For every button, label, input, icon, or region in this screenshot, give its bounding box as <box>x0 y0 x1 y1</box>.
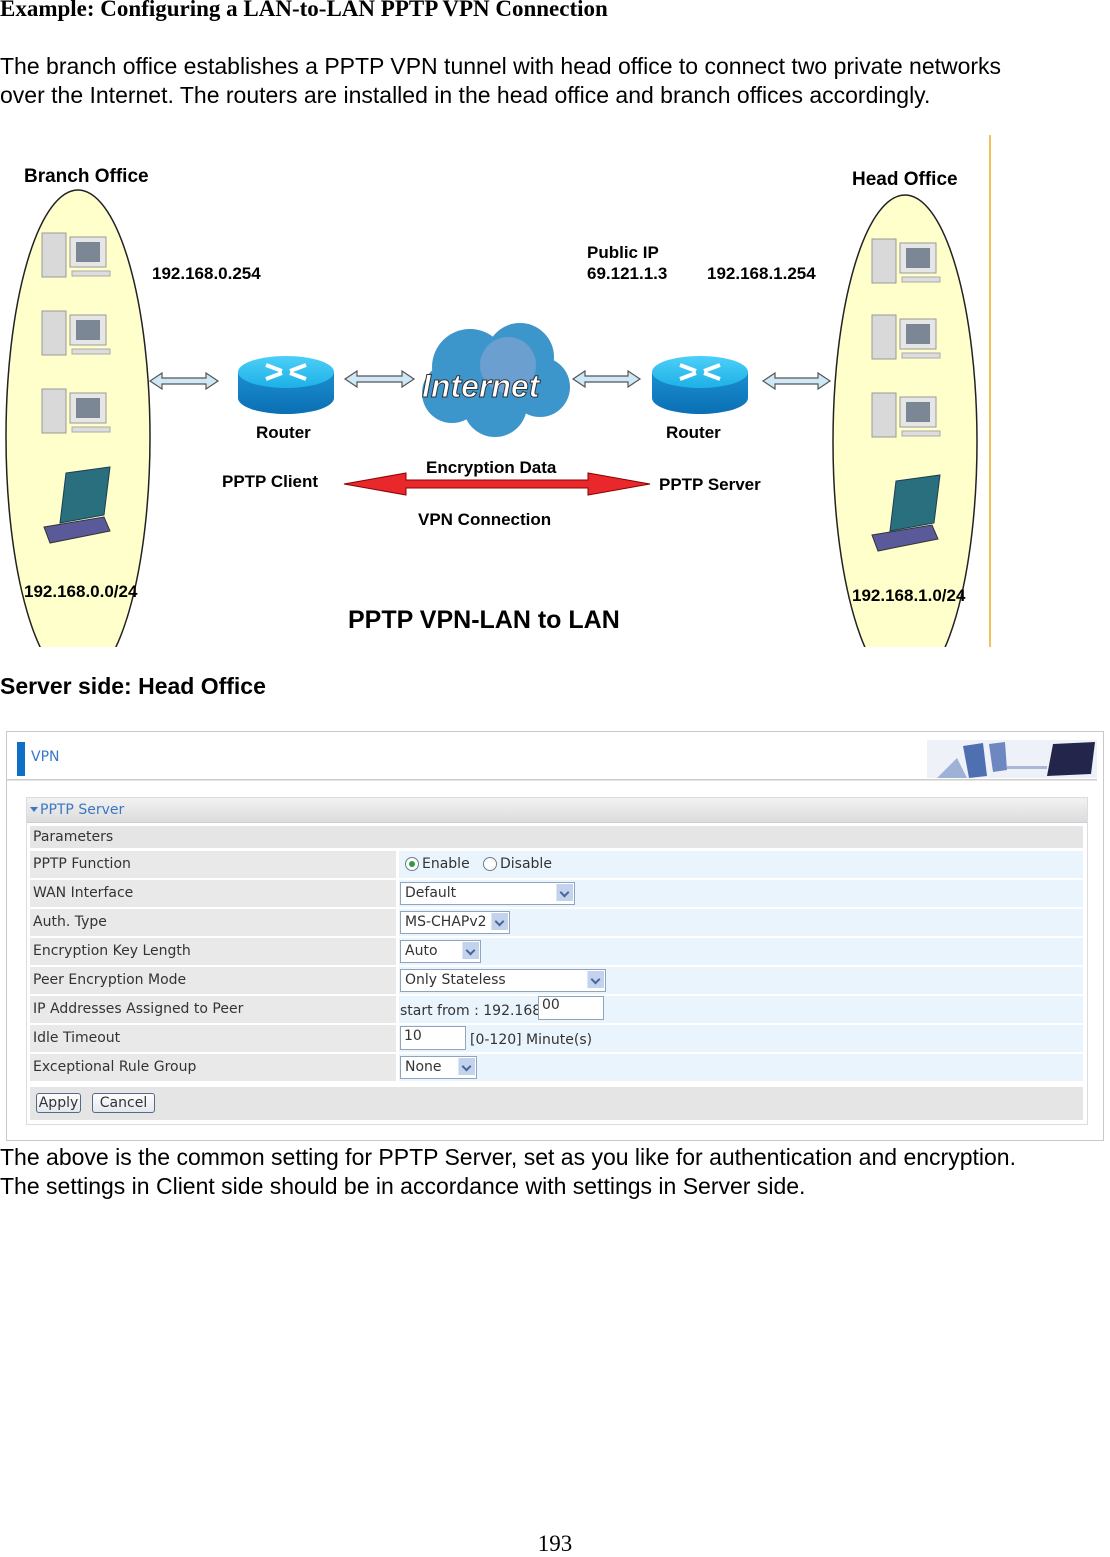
panel-title: VPN <box>31 749 60 765</box>
input-value: 00 <box>542 997 560 1013</box>
pptp-server-section: PPTP Server Parameters PPTP Function Ena… <box>26 797 1088 1125</box>
field-label: Idle Timeout <box>33 1030 121 1046</box>
collapse-triangle-icon[interactable] <box>30 807 38 812</box>
row-ip-addresses-assigned: IP Addresses Assigned to Peer start from… <box>30 996 1083 1023</box>
apply-button[interactable]: Apply <box>36 1093 81 1113</box>
head-router-icon <box>652 356 748 414</box>
page-number: 193 <box>537 1531 573 1556</box>
link-arrow <box>148 371 220 391</box>
network-diagram: Branch Office 192.168.0.0/24 192.168.0.2… <box>0 135 992 690</box>
encryption-data-label: Encryption Data <box>426 458 557 477</box>
head-router-label: Router <box>666 423 721 442</box>
ip-prefix: start from : 192.168.1. <box>400 1003 559 1019</box>
diagram-title: PPTP VPN-LAN to LAN <box>348 606 620 634</box>
selected-value: Only Stateless <box>405 972 506 988</box>
chevron-down-icon[interactable] <box>556 884 573 901</box>
public-ip-label: Public IP <box>587 243 659 262</box>
page-heading: Example: Configuring a LAN-to-LAN PPTP V… <box>0 0 608 21</box>
pptp-server-label: PPTP Server <box>659 475 761 494</box>
head-router-ip: 192.168.1.254 <box>707 264 816 283</box>
head-subnet: 192.168.1.0/24 <box>852 586 966 605</box>
field-label: Encryption Key Length <box>33 943 191 959</box>
branch-subnet: 192.168.0.0/24 <box>24 582 138 601</box>
vpn-connection-label: VPN Connection <box>418 510 551 529</box>
field-label: Peer Encryption Mode <box>33 972 187 988</box>
chevron-down-icon[interactable] <box>587 971 604 988</box>
field-label: WAN Interface <box>33 885 134 901</box>
row-idle-timeout: Idle Timeout 10 [0-120] Minute(s) <box>30 1025 1083 1052</box>
field-label: IP Addresses Assigned to Peer <box>33 1001 244 1017</box>
ip-start-input[interactable]: 00 <box>538 996 604 1020</box>
row-wan-interface: WAN Interface Default <box>30 880 1083 907</box>
input-value: 10 <box>404 1028 422 1044</box>
head-office-label: Head Office <box>852 169 958 190</box>
rule-group-select[interactable]: None <box>400 1056 477 1079</box>
disable-radio[interactable] <box>483 857 497 871</box>
field-label: PPTP Function <box>33 856 131 872</box>
chevron-down-icon[interactable] <box>458 1058 475 1075</box>
selected-value: Auto <box>405 943 438 959</box>
branch-office-label: Branch Office <box>24 166 149 187</box>
cancel-button[interactable]: Cancel <box>92 1093 155 1113</box>
row-pptp-function: PPTP Function Enable Disable <box>30 851 1083 878</box>
enable-label: Enable <box>422 856 470 872</box>
link-arrow <box>571 369 642 389</box>
intro-line-1: The branch office establishes a PPTP VPN… <box>0 53 1002 79</box>
chevron-down-icon[interactable] <box>462 942 479 959</box>
public-ip: 69.121.1.3 <box>587 264 667 283</box>
field-label: Auth. Type <box>33 914 107 930</box>
intro-line-2: over the Internet. The routers are insta… <box>0 82 931 108</box>
header-divider <box>7 779 1097 781</box>
pptp-client-label: PPTP Client <box>222 472 318 491</box>
selected-value: None <box>405 1059 442 1075</box>
parameters-header: Parameters <box>30 826 1083 848</box>
row-auth-type: Auth. Type MS-CHAPv2 <box>30 909 1083 936</box>
office-chairs-banner-icon <box>927 740 1097 778</box>
title-accent-bar <box>17 742 25 776</box>
peer-encryption-select[interactable]: Only Stateless <box>400 969 606 992</box>
row-peer-encryption-mode: Peer Encryption Mode Only Stateless <box>30 967 1083 994</box>
disable-label: Disable <box>500 856 552 872</box>
branch-router-icon <box>238 356 334 414</box>
panel-header: VPN <box>7 732 1103 780</box>
branch-router-ip: 192.168.0.254 <box>152 264 261 283</box>
chevron-down-icon[interactable] <box>491 913 508 930</box>
enable-radio[interactable] <box>405 857 419 871</box>
link-arrow <box>343 369 416 389</box>
outro-line-2: The settings in Client side should be in… <box>0 1173 806 1199</box>
wan-interface-select[interactable]: Default <box>400 882 575 905</box>
branch-router-label: Router <box>256 423 311 442</box>
idle-timeout-input[interactable]: 10 <box>400 1026 466 1050</box>
row-encryption-key-length: Encryption Key Length Auto <box>30 938 1083 965</box>
internet-label: Internet <box>422 368 541 404</box>
selected-value: Default <box>405 885 457 901</box>
selected-value: MS-CHAPv2 <box>405 914 487 930</box>
vpn-config-panel: VPN PPTP Server Parameters PPTP Function… <box>6 731 1104 1141</box>
row-exceptional-rule-group: Exceptional Rule Group None <box>30 1054 1083 1081</box>
section-subheading: Server side: Head Office <box>0 673 266 699</box>
idle-timeout-hint: [0-120] Minute(s) <box>470 1032 593 1048</box>
parameters-label: Parameters <box>33 829 114 845</box>
field-label: Exceptional Rule Group <box>33 1059 197 1075</box>
button-bar: Apply Cancel <box>30 1087 1083 1120</box>
key-length-select[interactable]: Auto <box>400 940 481 963</box>
auth-type-select[interactable]: MS-CHAPv2 <box>400 911 510 934</box>
outro-line-1: The above is the common setting for PPTP… <box>0 1144 1016 1170</box>
link-arrow <box>761 371 832 391</box>
section-title: PPTP Server <box>40 802 125 818</box>
section-header[interactable]: PPTP Server <box>27 798 1087 823</box>
